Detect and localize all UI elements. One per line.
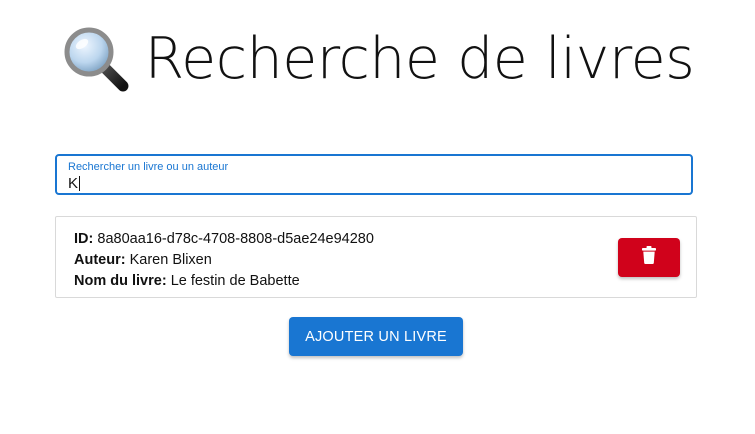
book-id: 8a80aa16-d78c-4708-8808-d5ae24e94280 <box>97 231 374 247</box>
page-header: Recherche de livres <box>0 24 755 94</box>
book-author-label: Auteur: <box>74 252 126 268</box>
search-text: K <box>68 175 79 192</box>
search-label: Rechercher un livre ou un auteur <box>68 161 229 173</box>
page-title: Recherche de livres <box>144 25 695 92</box>
book-id-line: ID: 8a80aa16-d78c-4708-8808-d5ae24e94280 <box>74 229 374 250</box>
book-name-line: Nom du livre: Le festin de Babette <box>74 271 374 292</box>
book-id-label: ID: <box>74 231 94 247</box>
delete-book-button[interactable] <box>618 238 680 277</box>
book-author-line: Auteur: Karen Blixen <box>74 250 374 271</box>
search-value[interactable]: K <box>68 175 81 192</box>
book-card: ID: 8a80aa16-d78c-4708-8808-d5ae24e94280… <box>55 216 697 298</box>
book-details: ID: 8a80aa16-d78c-4708-8808-d5ae24e94280… <box>74 229 374 292</box>
search-input[interactable]: Rechercher un livre ou un auteur K <box>55 154 693 195</box>
add-book-button[interactable]: AJOUTER UN LIVRE <box>289 317 463 356</box>
trash-icon <box>642 246 656 269</box>
page: Recherche de livres Rechercher un livre … <box>0 0 755 434</box>
book-name-label: Nom du livre: <box>74 273 167 289</box>
magnifying-glass-icon <box>61 24 131 94</box>
text-caret <box>79 176 81 191</box>
book-name: Le festin de Babette <box>170 273 300 289</box>
book-author: Karen Blixen <box>129 252 212 268</box>
